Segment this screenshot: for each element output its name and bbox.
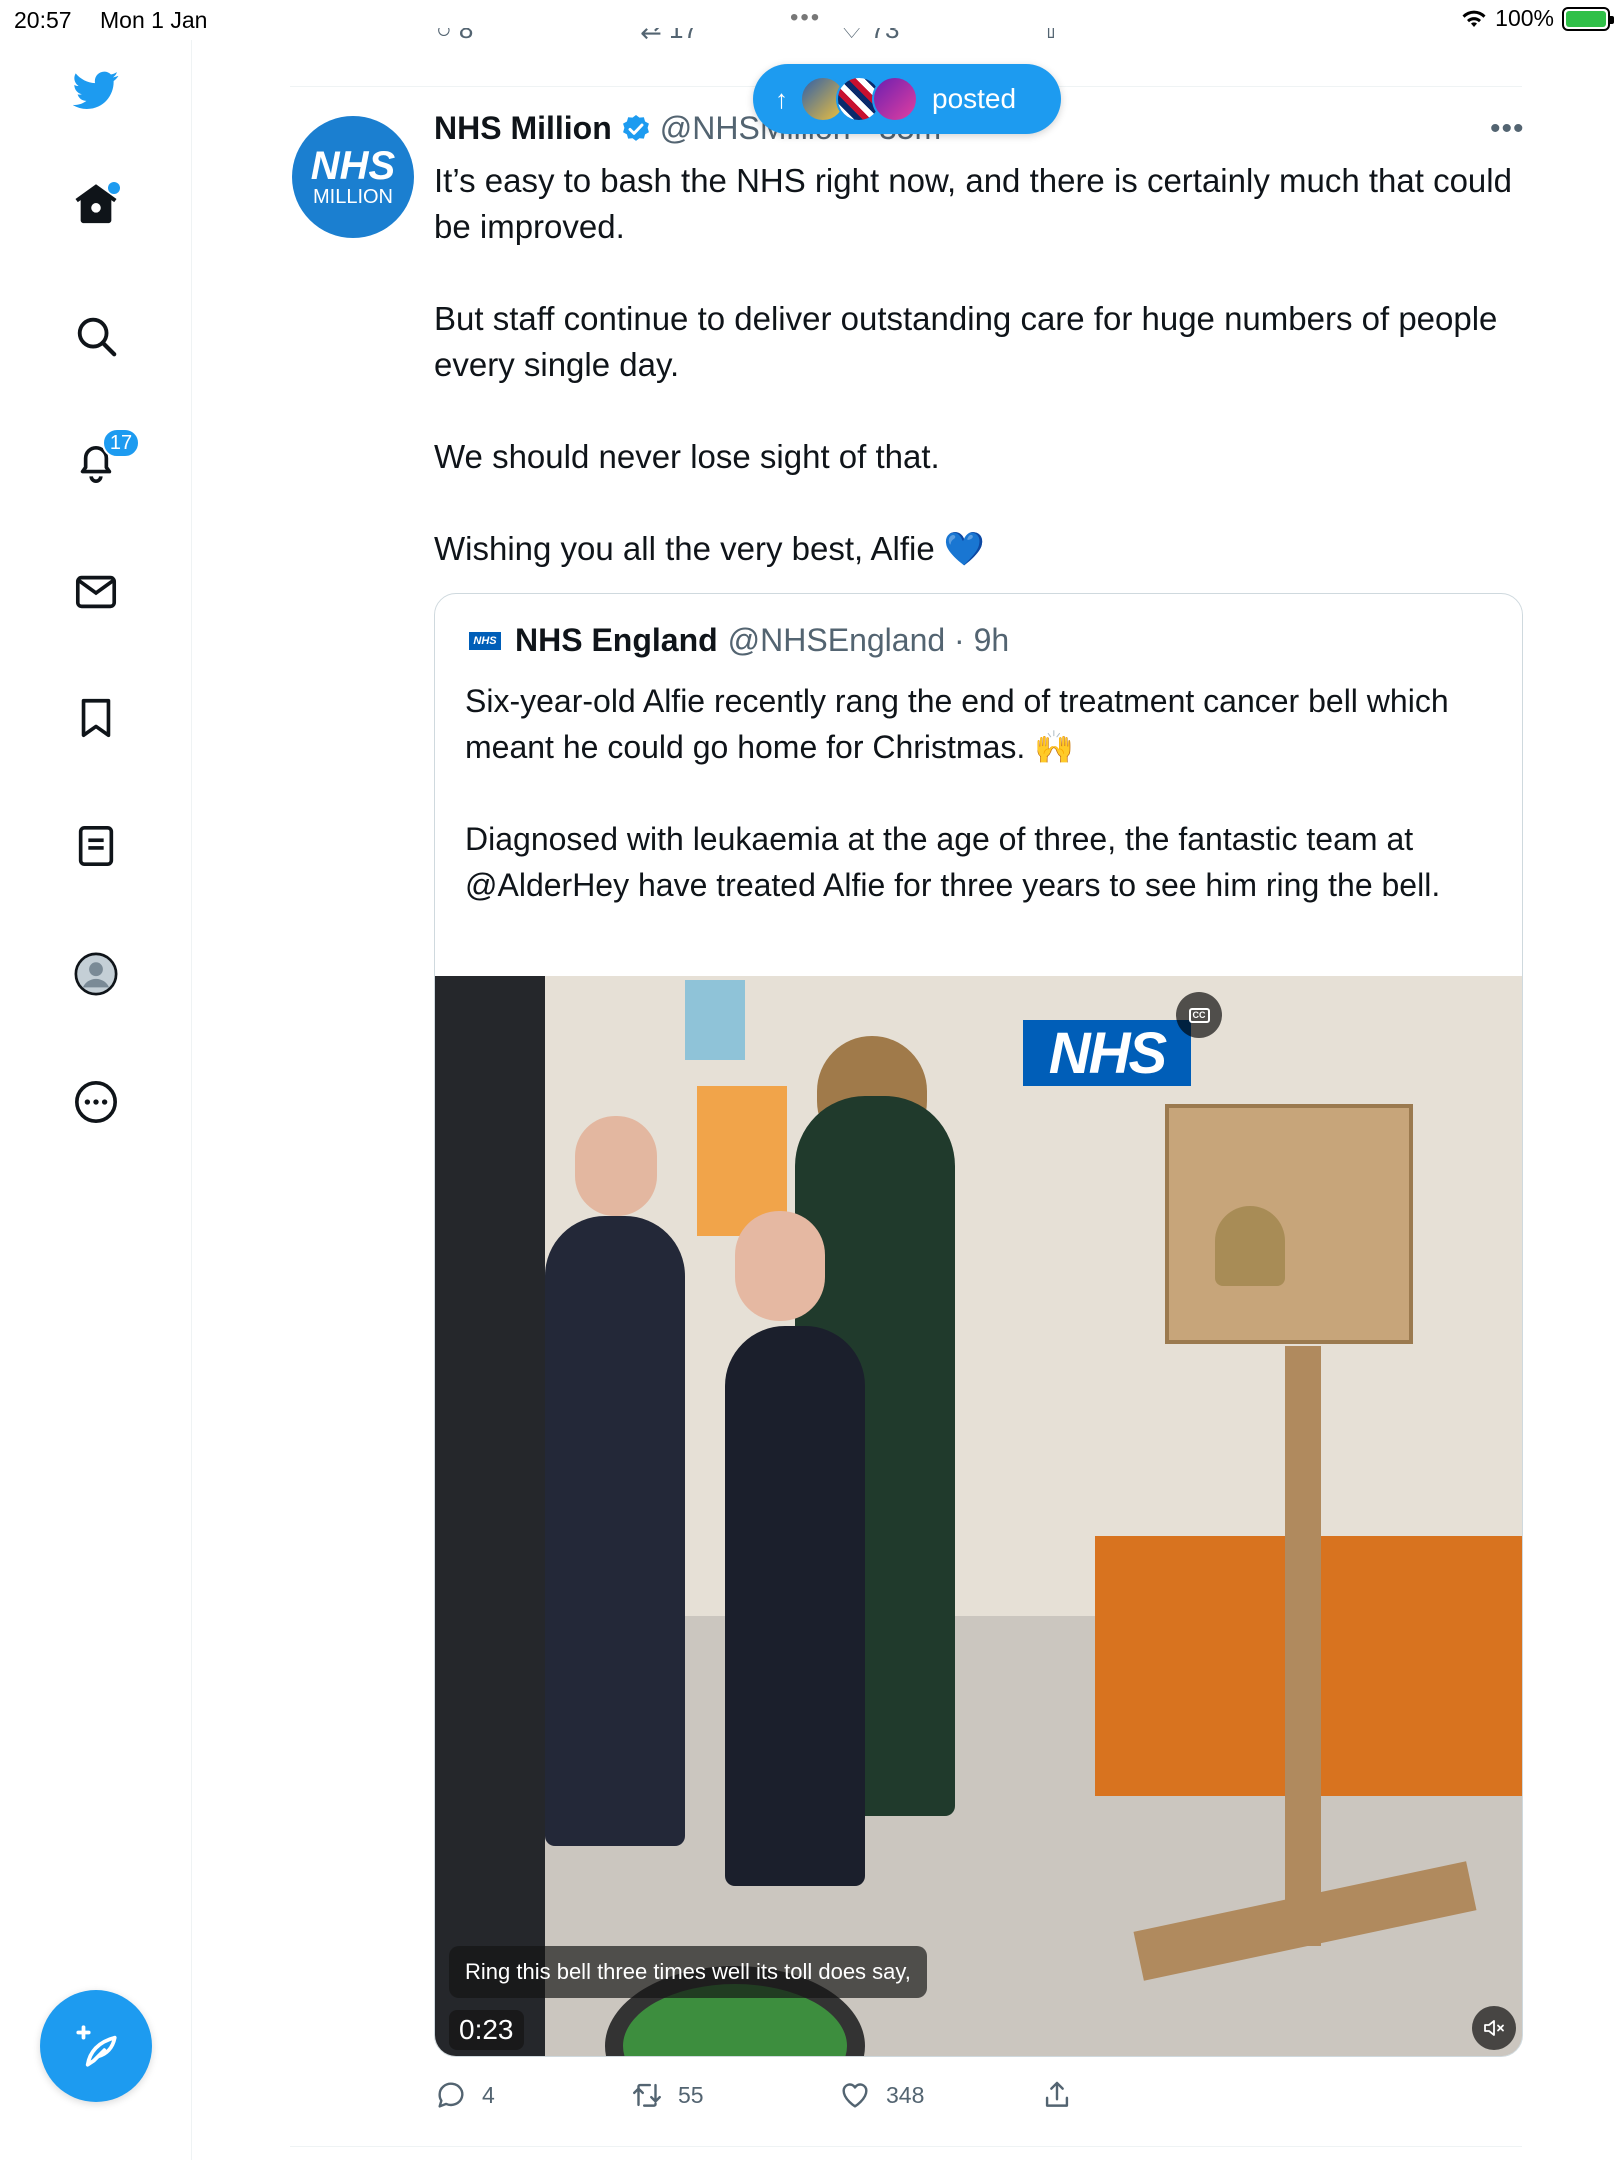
profile-icon bbox=[74, 952, 118, 996]
like-button[interactable]: 348 bbox=[838, 2078, 924, 2112]
speaker-muted-icon bbox=[1484, 2020, 1504, 2036]
nhs-logo: NHS bbox=[1023, 1020, 1191, 1086]
video-scene-poster bbox=[685, 980, 745, 1060]
retweet-button[interactable]: 55 bbox=[630, 2078, 704, 2112]
video-scene-child-head bbox=[575, 1116, 657, 1216]
reply-icon bbox=[438, 2082, 464, 2108]
avatar-text-top: NHS bbox=[310, 144, 396, 188]
arrow-up-icon: ↑ bbox=[775, 83, 788, 114]
verified-badge-icon bbox=[622, 114, 649, 141]
quote-paragraph: Six-year-old Alfie recently rang the end… bbox=[465, 683, 1449, 765]
compose-feather-icon bbox=[76, 2025, 117, 2067]
home-unread-dot bbox=[108, 182, 120, 194]
retweet-icon bbox=[633, 2083, 661, 2107]
like-count: 348 bbox=[886, 2081, 925, 2108]
avatar bbox=[872, 76, 918, 122]
avatar-text-bottom: MILLION bbox=[312, 186, 394, 208]
nav-profile[interactable] bbox=[60, 938, 132, 1010]
tweet-paragraph-text: Wishing you all the very best, Alfie bbox=[434, 530, 935, 567]
list-icon bbox=[78, 825, 114, 867]
tweet-paragraph: We should never lose sight of that. bbox=[434, 438, 940, 475]
quoted-tweet-card[interactable]: NHS NHS England @NHSEngland · 9h Six-yea… bbox=[434, 593, 1523, 2057]
blue-heart-emoji: 💙 bbox=[943, 530, 986, 567]
compose-tweet-button[interactable] bbox=[40, 1990, 152, 2102]
quote-body: Six-year-old Alfie recently rang the end… bbox=[465, 678, 1495, 908]
tweet-more-icon[interactable]: ••• bbox=[1490, 112, 1525, 146]
pill-avatars bbox=[800, 76, 918, 122]
reply-count: 4 bbox=[482, 2081, 495, 2108]
more-icon bbox=[75, 1081, 117, 1123]
author-name[interactable]: NHS Million bbox=[434, 110, 612, 147]
nav-bookmarks[interactable] bbox=[60, 682, 132, 754]
video-scene-bell bbox=[1215, 1206, 1285, 1286]
tweet-actions: 4 55 348 bbox=[434, 2078, 1524, 2122]
status-indicators: 100% bbox=[1461, 5, 1614, 32]
twitter-logo-icon[interactable] bbox=[60, 54, 132, 126]
battery-icon bbox=[1562, 6, 1614, 31]
bookmark-icon bbox=[81, 698, 111, 738]
share-button[interactable] bbox=[1040, 2078, 1074, 2112]
video-scene-person bbox=[435, 976, 545, 2056]
search-icon bbox=[77, 317, 117, 357]
video-player[interactable]: NHS CC Ring this bell three times well i… bbox=[435, 976, 1522, 2056]
divider bbox=[290, 2146, 1522, 2147]
previous-tweet-actions: ○ 8 ⇄ 17 ♡ 73 ⇧ bbox=[436, 28, 1062, 44]
nav-lists[interactable] bbox=[60, 810, 132, 882]
mail-icon bbox=[75, 575, 117, 609]
video-scene-bell-post bbox=[1285, 1346, 1321, 1946]
quote-paragraph: Diagnosed with leukaemia at the age of t… bbox=[465, 821, 1441, 903]
status-time: 20:57 bbox=[14, 7, 72, 33]
nav-home[interactable] bbox=[60, 168, 132, 240]
nav-messages[interactable] bbox=[60, 556, 132, 628]
video-duration: 0:23 bbox=[449, 2010, 524, 2050]
wifi-icon bbox=[1462, 10, 1486, 27]
status-date: Mon 1 Jan bbox=[100, 7, 208, 33]
tweet-paragraph-last: Wishing you all the very best, Alfie 💙 bbox=[434, 526, 1524, 572]
nav-explore[interactable] bbox=[60, 300, 132, 372]
video-scene-child-head bbox=[735, 1211, 825, 1321]
tweet-paragraph: But staff continue to deliver outstandin… bbox=[434, 300, 1498, 383]
sidebar: 17 bbox=[0, 40, 192, 2160]
closed-captions-button[interactable]: CC bbox=[1176, 992, 1222, 1038]
share-icon bbox=[1045, 2081, 1069, 2107]
battery-percent: 100% bbox=[1495, 5, 1554, 31]
retweet-count: 55 bbox=[678, 2081, 704, 2108]
mute-button[interactable] bbox=[1472, 2006, 1516, 2050]
notification-badge: 17 bbox=[102, 428, 140, 458]
tweet-paragraph: It’s easy to bash the NHS right now, and… bbox=[434, 162, 1512, 245]
pill-label: posted bbox=[932, 83, 1017, 114]
cc-icon: CC bbox=[1188, 1007, 1210, 1023]
quote-author-handle: @NHSEngland · 9h bbox=[727, 622, 1010, 658]
author-avatar[interactable]: NHS MILLION bbox=[292, 116, 414, 238]
quote-author-name: NHS England bbox=[515, 622, 718, 658]
reply-button[interactable]: 4 bbox=[434, 2078, 495, 2112]
video-scene-child bbox=[725, 1326, 865, 1886]
tweet-body: It’s easy to bash the NHS right now, and… bbox=[434, 158, 1524, 572]
nav-notifications[interactable]: 17 bbox=[60, 426, 140, 498]
heart-icon bbox=[842, 2083, 868, 2108]
video-scene-child bbox=[545, 1216, 685, 1846]
video-caption: Ring this bell three times well its toll… bbox=[449, 1946, 927, 1998]
quote-header: NHS NHS England @NHSEngland · 9h bbox=[469, 622, 1009, 659]
nav-more[interactable] bbox=[60, 1066, 132, 1138]
video-scene-bell-board bbox=[1165, 1104, 1413, 1344]
new-posts-pill[interactable]: ↑ posted bbox=[753, 64, 1061, 134]
quote-author-avatar: NHS bbox=[469, 631, 501, 650]
